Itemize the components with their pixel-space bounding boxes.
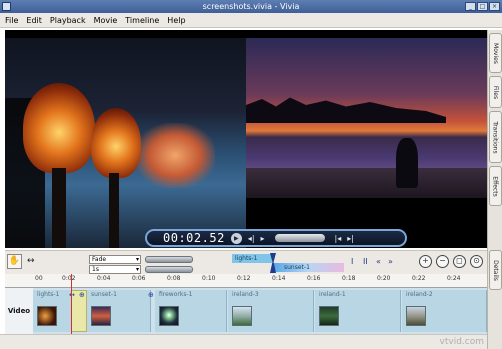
clip-ireland-3[interactable]: ireland-3 xyxy=(228,290,314,332)
skip-start-icon[interactable]: |◂ xyxy=(335,234,342,243)
tab-files[interactable]: Files xyxy=(489,76,502,108)
ruler-tick: 0:22 xyxy=(412,275,426,282)
tab-details[interactable]: Details xyxy=(489,250,502,290)
preview-frame-lights xyxy=(5,38,246,248)
clip-sunset-1[interactable]: sunset-1 xyxy=(87,290,151,332)
clip-thumbnail xyxy=(406,306,426,326)
edit-toolbar: ✋ ↔ Fade 1s lights-1 sunset-1 I II « » +… xyxy=(5,250,487,274)
playhead[interactable] xyxy=(71,274,72,334)
clip-fireworks-1[interactable]: fireworks-1 xyxy=(155,290,227,332)
transition-clip-b: sunset-1 xyxy=(274,263,344,272)
volume-slider[interactable] xyxy=(274,234,325,242)
palm-silhouette xyxy=(246,97,446,123)
split-tool-icon[interactable]: I xyxy=(351,257,353,266)
menu-help[interactable]: Help xyxy=(167,16,185,25)
clip-label: ireland-1 xyxy=(319,291,346,298)
ruler-tick: 0:10 xyxy=(202,275,216,282)
lamp-shape xyxy=(91,108,141,178)
ruler-tick: 00 xyxy=(35,275,43,282)
menu-timeline[interactable]: Timeline xyxy=(125,16,159,25)
ruler-tick: 0:08 xyxy=(167,275,181,282)
clip-label: ireland-2 xyxy=(406,291,433,298)
zoom-in-icon[interactable]: + xyxy=(419,255,432,268)
track-label: Video xyxy=(5,288,33,334)
close-button[interactable]: × xyxy=(489,2,500,11)
clip-thumbnail xyxy=(319,306,339,326)
app-icon[interactable] xyxy=(2,2,11,11)
move-tool-icon[interactable]: ↔ xyxy=(27,256,35,266)
timecode-display: 00:02.52 xyxy=(163,231,225,245)
ruler-tick: 0:16 xyxy=(307,275,321,282)
preview-frame-sunset xyxy=(246,38,487,198)
lamp-pole xyxy=(52,168,66,248)
clip-label: ireland-3 xyxy=(232,291,259,298)
clip-label: lights-1 xyxy=(37,291,60,298)
timeline: 00 0:02 0:04 0:06 0:08 0:10 0:12 0:14 0:… xyxy=(5,274,487,334)
menu-file[interactable]: File xyxy=(5,16,18,25)
clip-label: sunset-1 xyxy=(91,291,117,298)
ruler-tick: 0:14 xyxy=(272,275,286,282)
transition-slider-1[interactable] xyxy=(145,256,193,263)
ruler-tick: 0:18 xyxy=(342,275,356,282)
trim-tool-icon[interactable]: II xyxy=(363,257,368,266)
ruler-tick: 0:06 xyxy=(132,275,146,282)
title-bar: screenshots.vivia - Vivia _ □ × xyxy=(0,0,502,13)
tab-effects[interactable]: Effects xyxy=(489,166,502,206)
zoom-out-icon[interactable]: − xyxy=(436,255,449,268)
ruler-tick: 0:04 xyxy=(97,275,111,282)
lamp-pole xyxy=(109,173,119,248)
transport-bar: 00:02.52 ▶ ◂| ▸ |◂ ▸| xyxy=(145,229,407,247)
shore-shape xyxy=(246,168,487,198)
clip-ireland-1[interactable]: ireland-1 xyxy=(315,290,401,332)
clip-thumbnail xyxy=(159,306,179,326)
ruler-tick: 0:12 xyxy=(237,275,251,282)
skip-end-icon[interactable]: ▸| xyxy=(347,234,354,243)
transition-clip-a: lights-1 xyxy=(232,254,272,263)
ruler-tick: 0:20 xyxy=(377,275,391,282)
zoom-reset-icon[interactable]: ⊙ xyxy=(470,255,483,268)
menu-edit[interactable]: Edit xyxy=(26,16,42,25)
zoom-fit-icon[interactable]: ◻ xyxy=(453,255,466,268)
ruler-tick: 0:24 xyxy=(447,275,461,282)
video-preview[interactable]: 00:02.52 ▶ ◂| ▸ |◂ ▸| xyxy=(5,30,487,248)
hand-tool-icon[interactable]: ✋ xyxy=(7,254,22,269)
lamp-shape xyxy=(23,83,95,173)
tab-movies[interactable]: Movies xyxy=(489,33,502,73)
transition-slider-2[interactable] xyxy=(145,266,193,273)
play-icon[interactable]: ▶ xyxy=(230,232,242,244)
transition-type-select[interactable]: Fade xyxy=(89,255,141,264)
transition-preview: lights-1 sunset-1 xyxy=(232,251,344,274)
ruler-tick: 0:02 xyxy=(62,275,76,282)
cloud-shape xyxy=(135,123,215,188)
window-title: screenshots.vivia - Vivia xyxy=(202,2,300,11)
clip-label: fireworks-1 xyxy=(159,291,193,298)
time-ruler[interactable]: 00 0:02 0:04 0:06 0:08 0:10 0:12 0:14 0:… xyxy=(5,274,487,288)
minimize-button[interactable]: _ xyxy=(465,2,476,11)
maximize-button[interactable]: □ xyxy=(477,2,488,11)
step-forward-icon[interactable]: ▸ xyxy=(261,234,265,243)
status-bar xyxy=(0,334,487,349)
menu-movie[interactable]: Movie xyxy=(94,16,118,25)
move-handle-icon[interactable]: ⊕ xyxy=(148,291,154,299)
forward-icon[interactable]: » xyxy=(388,257,393,266)
couple-silhouette xyxy=(396,138,418,188)
side-tab-bar: Movies Files Transitions Effects Details xyxy=(487,30,502,349)
clip-thumbnail xyxy=(91,306,111,326)
transition-handle-icon[interactable]: ⊕ xyxy=(79,291,85,299)
watermark: vtvid.com xyxy=(439,337,484,347)
clip-ireland-2[interactable]: ireland-2 xyxy=(402,290,487,332)
tab-transitions[interactable]: Transitions xyxy=(489,111,502,163)
clip-thumbnail xyxy=(37,306,57,326)
step-back-icon[interactable]: ◂| xyxy=(248,234,255,243)
video-track[interactable]: lights-1 ↔ ⊕ sunset-1 ⊕ fireworks-1 irel… xyxy=(33,288,487,334)
rewind-icon[interactable]: « xyxy=(376,257,381,266)
menu-playback[interactable]: Playback xyxy=(50,16,86,25)
clip-thumbnail xyxy=(232,306,252,326)
clip-lights-1[interactable]: lights-1 xyxy=(33,290,73,332)
transition-duration-select[interactable]: 1s xyxy=(89,265,141,274)
menu-bar: File Edit Playback Movie Timeline Help xyxy=(0,13,502,28)
